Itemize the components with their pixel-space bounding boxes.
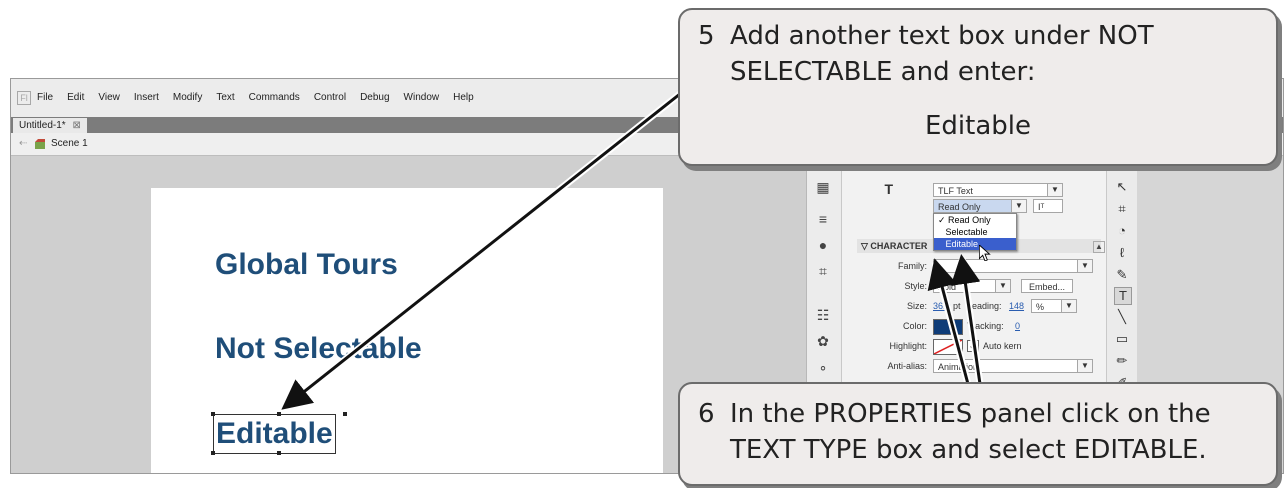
menu-edit[interactable]: Edit	[67, 92, 84, 103]
close-icon[interactable]: ⊠	[72, 120, 80, 131]
app-logo-icon: Fl	[17, 91, 31, 105]
menu-control[interactable]: Control	[314, 92, 346, 103]
embed-label: Embed...	[1028, 282, 1066, 292]
chevron-down-icon: ▼	[1077, 360, 1092, 372]
antialias-label: Anti-alias:	[887, 361, 927, 371]
menu-help[interactable]: Help	[453, 92, 474, 103]
components-icon[interactable]: ✿	[815, 333, 831, 349]
size-label: Size:	[906, 301, 927, 311]
chevron-down-icon: ▼	[1061, 300, 1076, 312]
free-transform-tool-icon[interactable]: ⌗	[1114, 201, 1130, 217]
transform-icon[interactable]: ⌗	[815, 263, 831, 279]
text-tool-icon[interactable]: T	[1114, 287, 1132, 305]
orientation-select[interactable]: Iᵀ	[1033, 199, 1063, 213]
highlight-label: Highlight:	[889, 341, 927, 351]
motion-icon[interactable]: ∘	[815, 359, 831, 375]
step-text: Add another text box under NOT SELECTABL…	[730, 21, 1154, 87]
text-type-dropdown-list: ✓ Read Only Selectable Editable	[933, 213, 1017, 251]
stage[interactable]: Global Tours Not Selectable Editable	[151, 188, 663, 473]
menu-window[interactable]: Window	[404, 92, 440, 103]
document-tab[interactable]: Untitled-1* ⊠	[13, 118, 87, 133]
antialias-select[interactable]: Animation ▼	[933, 359, 1093, 373]
text-not-selectable[interactable]: Not Selectable	[215, 332, 422, 366]
info-icon[interactable]: ●	[815, 237, 831, 253]
pen-tool-icon[interactable]: ✎	[1114, 267, 1130, 283]
3d-rotation-tool-icon[interactable]: ◔	[1114, 223, 1130, 239]
text-type-select[interactable]: Read Only ▼	[933, 199, 1027, 213]
mouse-cursor-icon	[979, 245, 991, 261]
auto-kern-checkbox[interactable]: ✓	[967, 340, 979, 352]
document-tab-title: Untitled-1*	[19, 120, 66, 131]
menu-file[interactable]: File	[37, 92, 53, 103]
text-type-option-selectable[interactable]: Selectable	[934, 226, 1016, 238]
family-label: Family:	[898, 261, 927, 271]
scene-label[interactable]: Scene 1	[51, 133, 88, 155]
text-engine-select[interactable]: TLF Text ▼	[933, 183, 1063, 197]
selection-handle[interactable]	[277, 451, 281, 455]
menu-commands[interactable]: Commands	[249, 92, 300, 103]
text-engine-value: TLF Text	[938, 186, 973, 196]
tracking-label: Tracking:	[967, 321, 1004, 331]
color-label: Color:	[902, 321, 927, 331]
family-select[interactable]: ▼	[933, 259, 1093, 273]
style-value: Bold	[938, 282, 957, 292]
highlight-swatch[interactable]	[933, 339, 963, 355]
style-label: Style:	[904, 281, 927, 291]
library-icon[interactable]: ☷	[815, 307, 831, 323]
text-orientation-icon: Iᵀ	[1038, 202, 1045, 212]
line-tool-icon[interactable]: ╲	[1114, 309, 1130, 325]
leading-unit-select[interactable]: % ▼	[1031, 299, 1077, 313]
text-type-option-editable[interactable]: Editable	[934, 238, 1016, 250]
scroll-up-icon[interactable]: ▲	[1093, 241, 1105, 253]
pencil-tool-icon[interactable]: ✏	[1114, 353, 1130, 369]
scene-icon	[35, 139, 45, 149]
rectangle-tool-icon[interactable]: ▭	[1114, 331, 1130, 347]
menu-items: File Edit View Insert Modify Text Comman…	[37, 92, 474, 103]
text-tool-glyph: T	[884, 181, 893, 197]
text-global-tours[interactable]: Global Tours	[215, 248, 398, 282]
menu-insert[interactable]: Insert	[134, 92, 159, 103]
subselection-tool-icon[interactable]: ↖	[1114, 179, 1130, 195]
chevron-down-icon: ▼	[1011, 200, 1026, 212]
character-section-label: CHARACTER	[870, 241, 928, 251]
size-unit: pt	[953, 301, 961, 311]
tracking-value[interactable]: 0	[1015, 321, 1020, 331]
step-number: 6	[698, 399, 715, 429]
align-icon[interactable]: ≡	[815, 211, 831, 227]
antialias-value: Animation	[938, 362, 979, 372]
embed-button[interactable]: Embed...	[1021, 279, 1073, 293]
step-entry-word: Editable	[924, 111, 1031, 141]
menu-text[interactable]: Text	[216, 92, 234, 103]
selection-handle[interactable]	[211, 451, 215, 455]
instruction-callout-step-6: 6 In the PROPERTIES panel click on the T…	[678, 382, 1278, 486]
lasso-tool-icon[interactable]: ℓ	[1114, 245, 1130, 261]
chevron-down-icon: ▼	[1077, 260, 1092, 272]
step-number: 5	[698, 21, 715, 51]
text-editable-box[interactable]: Editable	[213, 414, 336, 454]
step-text: In the PROPERTIES panel click on the TEX…	[730, 399, 1211, 465]
style-select[interactable]: Bold ▼	[933, 279, 1011, 293]
back-arrow-icon[interactable]: ⇠	[19, 133, 27, 155]
instruction-callout-step-5: 5 Add another text box under NOT SELECTA…	[678, 8, 1278, 166]
chevron-down-icon: ▼	[995, 280, 1010, 292]
menu-view[interactable]: View	[98, 92, 120, 103]
leading-label: Leading:	[967, 301, 1002, 311]
menu-modify[interactable]: Modify	[173, 92, 202, 103]
chevron-down-icon: ▼	[1047, 184, 1062, 196]
grid-icon[interactable]: ▦	[815, 179, 831, 195]
leading-value[interactable]: 148	[1009, 301, 1024, 311]
size-value[interactable]: 36.0	[933, 301, 951, 311]
selection-handle[interactable]	[211, 412, 215, 416]
selection-handle[interactable]	[277, 412, 281, 416]
selection-handle[interactable]	[343, 412, 347, 416]
text-type-value: Read Only	[938, 202, 981, 212]
color-swatch[interactable]	[933, 319, 963, 335]
leading-unit: %	[1036, 302, 1045, 312]
auto-kern-label: Auto kern	[983, 341, 1022, 351]
menu-debug[interactable]: Debug	[360, 92, 389, 103]
text-type-option-read-only[interactable]: ✓ Read Only	[934, 214, 1016, 226]
